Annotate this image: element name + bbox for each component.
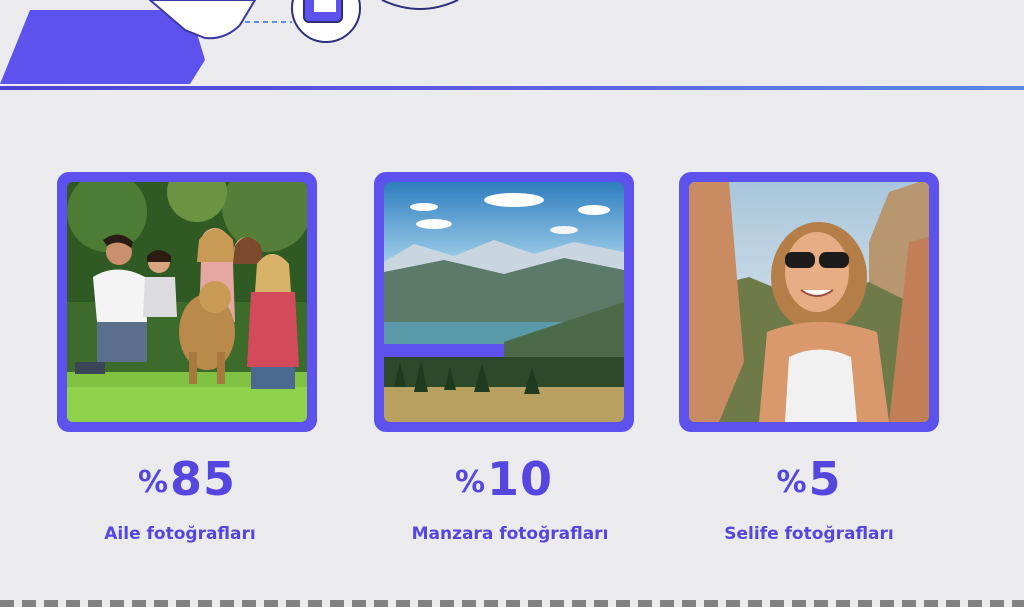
family-photo xyxy=(67,182,307,422)
percent-sign: % xyxy=(137,465,169,500)
section-divider xyxy=(0,86,1024,90)
percent-sign: % xyxy=(454,465,486,500)
illustration-circle-edge xyxy=(381,0,459,10)
landscape-photo xyxy=(384,182,624,422)
stat-value: 85 xyxy=(170,452,237,506)
selfie-photo-card xyxy=(679,172,939,432)
selfie-photo xyxy=(689,182,929,422)
percent-sign: % xyxy=(776,465,807,500)
stat-landscape-percentage: %10 xyxy=(374,452,634,506)
caption-selfie: Selife fotoğrafları xyxy=(724,524,894,544)
caption-family: Aile fotoğrafları xyxy=(104,524,256,544)
family-photo-card xyxy=(57,172,317,432)
caption-landscape: Manzara fotoğrafları xyxy=(411,524,609,544)
header-illustration xyxy=(0,0,459,84)
cropped-text-line xyxy=(0,600,1024,607)
stat-value: 5 xyxy=(808,452,842,506)
landscape-photo-card xyxy=(374,172,634,432)
stat-family-percentage: %85 xyxy=(57,452,317,506)
phone-screen-icon xyxy=(314,0,336,12)
stat-value: 10 xyxy=(487,452,554,506)
stat-selfie-percentage: %5 xyxy=(679,452,939,506)
